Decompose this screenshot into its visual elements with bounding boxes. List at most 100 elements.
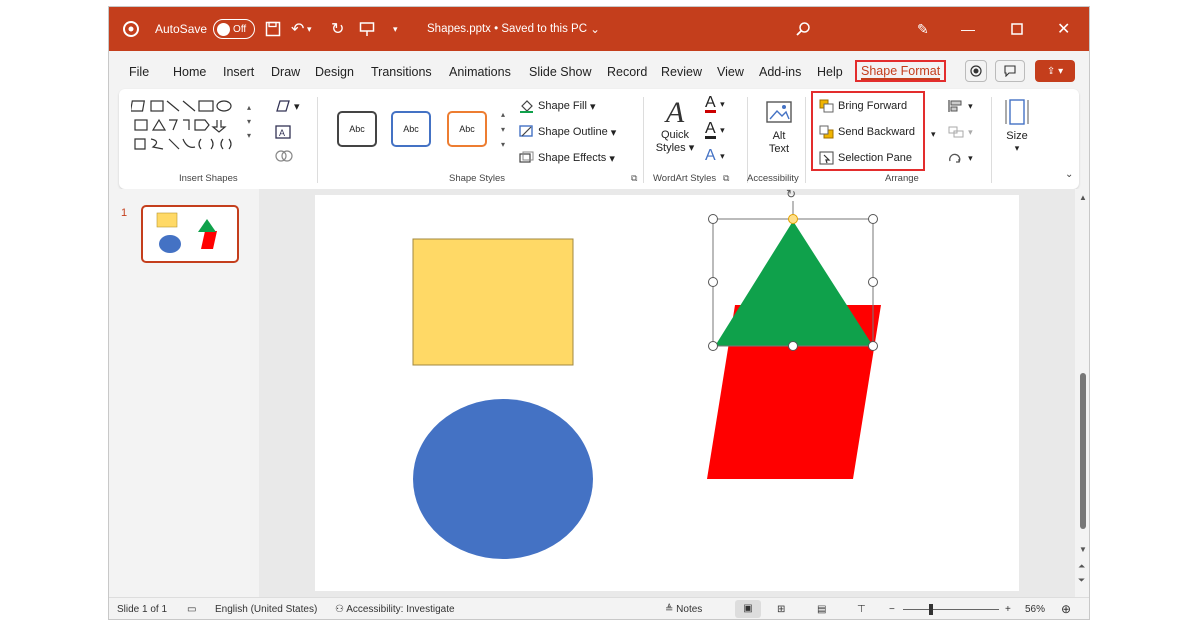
collapse-ribbon-icon[interactable]: ⌄ (1065, 169, 1073, 180)
slide-thumbnail[interactable] (141, 205, 239, 263)
text-outline-button[interactable]: A ▾ (705, 121, 725, 139)
wordart-launcher-icon[interactable]: ⧉ (723, 173, 729, 184)
shape-fill-button[interactable]: Shape Fill ▾ (519, 99, 596, 113)
slide-count: Slide 1 of 1 (117, 604, 168, 615)
zoom-level[interactable]: 56% (1025, 604, 1045, 615)
autosave-toggle[interactable]: Off (213, 19, 256, 39)
customize-toolbar-icon[interactable]: ▾ (393, 7, 398, 51)
scroll-up-icon[interactable]: ▲ (1079, 193, 1087, 202)
quick-styles-button[interactable]: A Quick Styles ▾ (655, 97, 695, 155)
reading-view-icon[interactable]: ▤ (817, 604, 826, 615)
zoom-in-icon[interactable]: + (1005, 604, 1011, 615)
record-icon[interactable] (965, 60, 987, 82)
redo-icon[interactable]: ↻ (331, 7, 344, 51)
resize-handle-bottom-right[interactable] (868, 341, 878, 351)
zoom-out-icon[interactable]: − (889, 604, 895, 615)
notes-icon: ≜ (665, 604, 674, 615)
file-title[interactable]: Shapes.pptx • Saved to this PC ⌄ (427, 7, 600, 51)
alt-text-button[interactable]: Alt Text (759, 99, 799, 156)
shape-styles-scroll[interactable]: ▴ ▾ ▾ (497, 107, 509, 153)
undo-dropdown-icon[interactable]: ▾ (307, 7, 312, 51)
maximize-icon[interactable] (1011, 7, 1023, 51)
previous-slide-icon[interactable]: ⏶ (1078, 561, 1085, 572)
notes-button[interactable]: ≜ Notes (665, 604, 702, 615)
selection-pane-button[interactable]: Selection Pane (819, 151, 912, 165)
shape-style-dark[interactable]: Abc (337, 111, 377, 147)
tab-file[interactable]: File (129, 65, 149, 79)
tab-slide-show[interactable]: Slide Show (529, 65, 592, 79)
group-label-accessibility: Accessibility (747, 173, 799, 184)
size-button[interactable]: Size ▾ (999, 97, 1035, 154)
spell-check-icon[interactable]: ▭ (187, 604, 196, 615)
send-backward-button[interactable]: Send Backward (819, 125, 915, 139)
shapes-gallery[interactable]: ▴ ▾ ▾ (129, 97, 259, 157)
tab-review[interactable]: Review (661, 65, 702, 79)
scroll-thumb[interactable] (1080, 373, 1086, 529)
group-label-shape-styles: Shape Styles (449, 173, 505, 184)
undo-icon[interactable]: ↶ (291, 7, 304, 51)
tab-transitions[interactable]: Transitions (371, 65, 432, 79)
text-effects-button[interactable]: A ▾ (705, 147, 725, 165)
tab-draw[interactable]: Draw (271, 65, 300, 79)
resize-handle-bottom[interactable] (788, 341, 798, 351)
svg-text:A: A (279, 128, 285, 138)
shape-style-blue[interactable]: Abc (391, 111, 431, 147)
text-box-icon[interactable]: A (275, 125, 291, 139)
accessibility-status[interactable]: ⚇ Accessibility: Investigate (335, 604, 455, 615)
close-icon[interactable]: ✕ (1057, 7, 1070, 51)
zoom-slider-thumb[interactable] (929, 604, 933, 615)
save-icon[interactable] (265, 7, 281, 51)
share-button[interactable]: ⇪ ▾ (1035, 60, 1075, 82)
send-backward-dropdown-icon[interactable]: ▾ (931, 129, 936, 140)
tab-insert[interactable]: Insert (223, 65, 254, 79)
group-label-wordart: WordArt Styles (653, 173, 717, 184)
resize-handle-right[interactable] (868, 277, 878, 287)
shape-outline-button[interactable]: Shape Outline ▾ (519, 125, 616, 139)
zoom-slider[interactable] (903, 609, 999, 610)
shape-styles-launcher-icon[interactable]: ⧉ (631, 173, 637, 184)
resize-handle-top-right[interactable] (868, 214, 878, 224)
accessibility-icon: ⚇ (335, 604, 344, 615)
slide-canvas[interactable]: ↻ (315, 187, 1019, 591)
shape-style-orange[interactable]: Abc (447, 111, 487, 147)
shape-effects-button[interactable]: Shape Effects ▾ (519, 151, 615, 165)
language-status[interactable]: English (United States) (215, 604, 317, 615)
designer-pen-icon[interactable]: ✎ (917, 7, 929, 51)
tab-shape-format[interactable]: Shape Format (855, 60, 947, 82)
adjust-handle[interactable] (788, 214, 798, 224)
vertical-scrollbar[interactable]: ▲ ▼ ⏶ ⏷ (1075, 189, 1089, 597)
tab-record[interactable]: Record (607, 65, 647, 79)
resize-handle-bottom-left[interactable] (708, 341, 718, 351)
rotate-button[interactable]: ▾ (947, 151, 973, 165)
size-icon (999, 97, 1035, 130)
resize-handle-left[interactable] (708, 277, 718, 287)
tab-view[interactable]: View (717, 65, 744, 79)
group-label-insert-shapes: Insert Shapes (179, 173, 238, 184)
resize-handle-top-left[interactable] (708, 214, 718, 224)
scroll-down-icon[interactable]: ▼ (1079, 545, 1087, 554)
search-icon[interactable] (795, 7, 811, 51)
ribbon-tabs: File Home Insert Draw Design Transitions… (109, 57, 1089, 89)
text-fill-button[interactable]: A ▾ (705, 95, 725, 113)
align-button[interactable]: ▾ (947, 99, 973, 113)
tab-home[interactable]: Home (173, 65, 206, 79)
send-backward-icon (819, 125, 834, 139)
tab-animations[interactable]: Animations (449, 65, 511, 79)
comments-icon[interactable] (995, 60, 1025, 82)
group-objects-button[interactable]: ▾ (947, 125, 973, 139)
tab-help[interactable]: Help (817, 65, 843, 79)
slide-sorter-icon[interactable]: ⊞ (777, 604, 785, 615)
edit-shape-button[interactable]: ▾ (275, 99, 300, 113)
tab-add-ins[interactable]: Add-ins (759, 65, 801, 79)
rotate-handle-icon[interactable]: ↻ (786, 187, 796, 201)
fit-slide-icon[interactable]: ⊕ (1061, 602, 1071, 616)
bring-forward-button[interactable]: Bring Forward (819, 99, 907, 113)
normal-view-icon[interactable]: ▣ (735, 600, 761, 618)
tab-design[interactable]: Design (315, 65, 354, 79)
minimize-icon[interactable]: — (961, 7, 975, 51)
merge-shapes-icon[interactable] (275, 149, 293, 163)
slide-show-icon[interactable]: ⊤ (857, 604, 866, 615)
powerpoint-logo-icon (123, 7, 139, 51)
next-slide-icon[interactable]: ⏷ (1078, 575, 1085, 586)
present-icon[interactable] (359, 7, 375, 51)
